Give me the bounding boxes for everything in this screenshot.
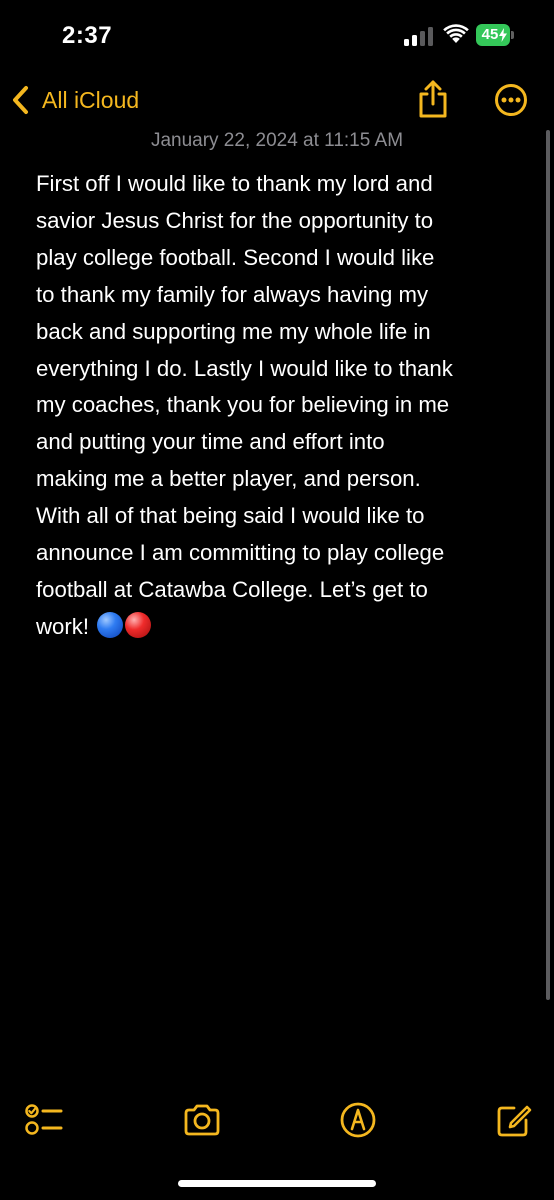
status-bar: 2:37 45 [0, 0, 554, 70]
note-date: January 22, 2024 at 11:15 AM [150, 130, 404, 151]
red-circle-emoji [125, 611, 152, 638]
back-label: All iCloud [42, 86, 140, 113]
bottom-toolbar [0, 1100, 554, 1144]
share-icon[interactable] [416, 79, 450, 119]
blue-circle-emoji [97, 611, 124, 638]
checklist-icon[interactable] [24, 1100, 64, 1140]
ellipsis-circle-icon[interactable] [494, 83, 528, 117]
cellular-signal-icon [404, 27, 433, 46]
wifi-icon [443, 24, 469, 43]
compose-icon[interactable] [494, 1100, 534, 1140]
note-text: First off I would like to thank my lord … [36, 171, 453, 639]
chevron-left-icon [13, 86, 28, 114]
battery-level: 45 [476, 24, 510, 46]
back-button[interactable]: All iCloud [10, 81, 139, 119]
battery-percent: 45 [481, 26, 499, 43]
status-time: 2:37 [62, 22, 113, 49]
home-indicator[interactable] [178, 1180, 376, 1187]
markup-icon[interactable] [338, 1100, 378, 1140]
camera-icon[interactable] [182, 1100, 222, 1140]
note-body[interactable]: First off I would like to thank my lord … [36, 166, 526, 646]
nav-bar: All iCloud [0, 75, 554, 125]
charging-bolt-icon [499, 28, 507, 42]
battery-indicator: 45 [476, 24, 516, 46]
scroll-indicator[interactable] [546, 130, 550, 1000]
battery-cap [511, 31, 514, 39]
